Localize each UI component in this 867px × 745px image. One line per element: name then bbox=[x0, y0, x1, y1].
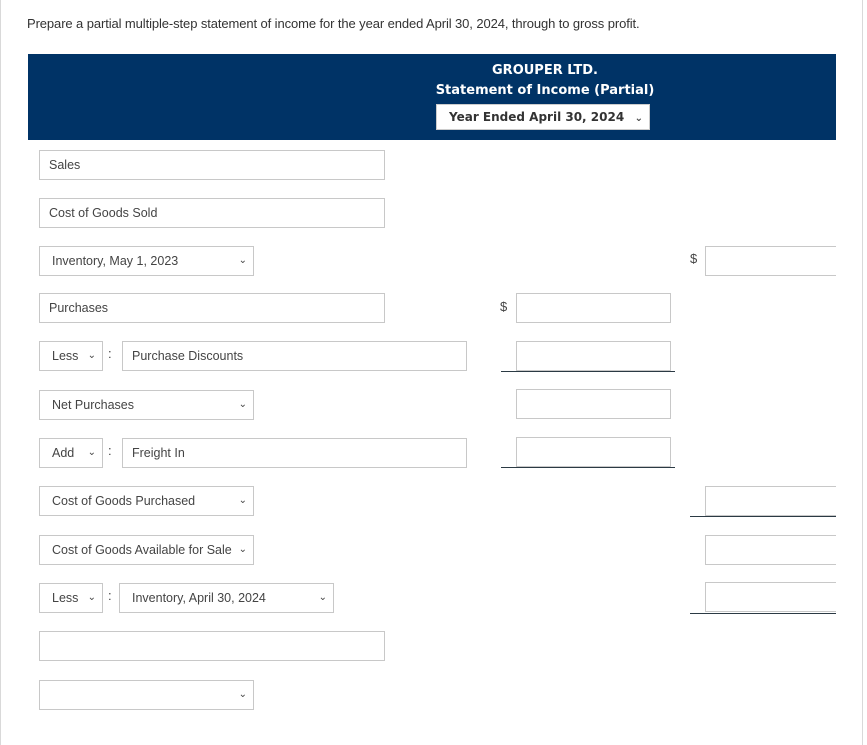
company-name: GROUPER LTD. bbox=[492, 63, 598, 78]
freight-in-label-input[interactable]: Freight In bbox=[122, 438, 467, 468]
inventory-end-amount-input[interactable] bbox=[705, 582, 836, 612]
cogp-label: Cost of Goods Purchased bbox=[52, 494, 196, 508]
subtotal-underline bbox=[501, 467, 675, 468]
inventory-end-label: Inventory, April 30, 2024 bbox=[132, 591, 266, 605]
inventory-begin-amount-input[interactable] bbox=[705, 246, 836, 276]
sales-label-input[interactable]: Sales bbox=[39, 150, 385, 180]
chevron-down-icon: ⌄ bbox=[318, 592, 327, 603]
cogafs-label: Cost of Goods Available for Sale bbox=[52, 543, 232, 557]
chevron-down-icon: ⌄ bbox=[238, 255, 247, 266]
add-operator-label: Add bbox=[52, 446, 75, 460]
cogs-label: Cost of Goods Sold bbox=[49, 206, 158, 220]
chevron-down-icon: ⌄ bbox=[238, 544, 247, 555]
chevron-down-icon: ⌄ bbox=[87, 447, 96, 458]
cogafs-amount-input[interactable] bbox=[705, 535, 836, 565]
cogp-amount-input[interactable] bbox=[705, 486, 836, 516]
statement-title: Statement of Income (Partial) bbox=[435, 83, 655, 98]
add-operator-select[interactable]: Add ⌄ bbox=[39, 438, 103, 468]
subtotal-underline bbox=[501, 371, 675, 372]
period-select[interactable]: Year Ended April 30, 2024 ⌄ bbox=[436, 104, 650, 130]
cogs-label-input[interactable]: Cost of Goods Sold bbox=[39, 198, 385, 228]
freight-in-amount-input[interactable] bbox=[516, 437, 671, 467]
chevron-down-icon: ⌄ bbox=[634, 113, 643, 124]
chevron-down-icon: ⌄ bbox=[238, 495, 247, 506]
inventory-begin-select[interactable]: Inventory, May 1, 2023 ⌄ bbox=[39, 246, 254, 276]
inventory-begin-label: Inventory, May 1, 2023 bbox=[52, 254, 179, 268]
freight-in-label: Freight In bbox=[132, 446, 185, 460]
dollar-sign: $ bbox=[690, 251, 698, 266]
less-operator-label: Less bbox=[52, 591, 79, 605]
purchases-label-input[interactable]: Purchases bbox=[39, 293, 385, 323]
less-operator-select-1[interactable]: Less ⌄ bbox=[39, 341, 103, 371]
net-purchases-amount-input[interactable] bbox=[516, 389, 671, 419]
cogafs-select[interactable]: Cost of Goods Available for Sale ⌄ bbox=[39, 535, 254, 565]
instructions: Prepare a partial multiple-step statemen… bbox=[27, 16, 640, 31]
chevron-down-icon: ⌄ bbox=[238, 689, 247, 700]
colon-separator: : bbox=[108, 588, 112, 603]
purchase-discounts-amount-input[interactable] bbox=[516, 341, 671, 371]
subtotal-underline bbox=[690, 516, 836, 517]
blank-select[interactable]: ⌄ bbox=[39, 680, 254, 710]
colon-separator: : bbox=[108, 443, 112, 458]
purchases-amount-input[interactable] bbox=[516, 293, 671, 323]
blank-label-input[interactable] bbox=[39, 631, 385, 661]
net-purchases-label: Net Purchases bbox=[52, 398, 134, 412]
inventory-end-select[interactable]: Inventory, April 30, 2024 ⌄ bbox=[119, 583, 334, 613]
colon-separator: : bbox=[108, 346, 112, 361]
chevron-down-icon: ⌄ bbox=[87, 350, 96, 361]
purchases-label: Purchases bbox=[49, 301, 109, 315]
cogp-select[interactable]: Cost of Goods Purchased ⌄ bbox=[39, 486, 254, 516]
purchase-discounts-label: Purchase Discounts bbox=[132, 349, 244, 363]
dollar-sign: $ bbox=[500, 299, 508, 314]
less-operator-select-2[interactable]: Less ⌄ bbox=[39, 583, 103, 613]
period-select-value: Year Ended April 30, 2024 bbox=[449, 110, 625, 124]
chevron-down-icon: ⌄ bbox=[238, 399, 247, 410]
subtotal-underline bbox=[690, 613, 836, 614]
net-purchases-select[interactable]: Net Purchases ⌄ bbox=[39, 390, 254, 420]
chevron-down-icon: ⌄ bbox=[87, 592, 96, 603]
purchase-discounts-label-input[interactable]: Purchase Discounts bbox=[122, 341, 467, 371]
sales-label: Sales bbox=[49, 158, 81, 172]
less-operator-label: Less bbox=[52, 349, 79, 363]
statement-header: GROUPER LTD. Statement of Income (Partia… bbox=[28, 54, 836, 140]
